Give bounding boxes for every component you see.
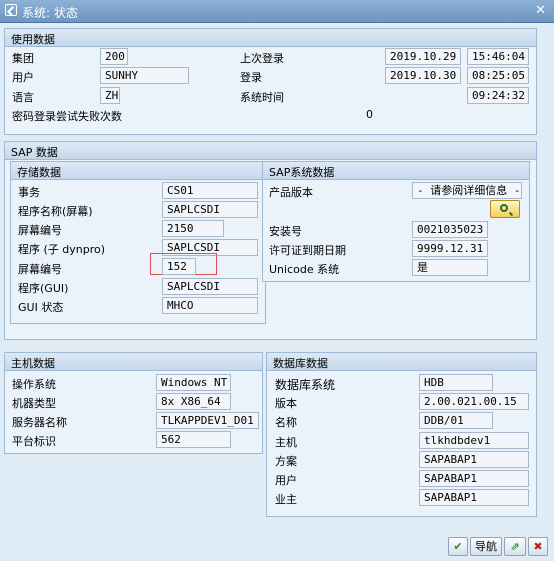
window-titlebar: 系统: 状态 ✕: [0, 0, 554, 23]
gui-status-label: GUI 状态: [18, 301, 64, 314]
db-owner-field[interactable]: SAPABAP1: [419, 489, 529, 506]
language-field[interactable]: ZH: [100, 87, 120, 104]
db-host-label: 主机: [275, 436, 297, 449]
server-name-label: 服务器名称: [12, 416, 67, 429]
os-label: 操作系统: [12, 378, 56, 391]
password-failures-label: 密码登录尝试失败次数: [12, 110, 122, 123]
window-title: 系统: 状态: [22, 6, 78, 20]
database-data-header: 数据库数据: [267, 353, 536, 371]
db-host-field[interactable]: tlkhdbdev1: [419, 432, 529, 449]
db-system-field[interactable]: HDB: [419, 374, 493, 391]
window-icon: [5, 4, 17, 16]
db-system-label: 数据库系统: [275, 378, 336, 392]
unicode-system-field[interactable]: 是: [412, 259, 488, 276]
db-user-field[interactable]: SAPABAP1: [419, 470, 529, 487]
usage-data-header: 使用数据: [5, 29, 536, 47]
db-version-field[interactable]: 2.00.021.00.15: [419, 393, 529, 410]
cancel-icon: ✖: [533, 540, 543, 553]
screen-number-2-field[interactable]: 152: [162, 258, 196, 275]
unicode-system-label: Unicode 系统: [269, 263, 340, 276]
user-field[interactable]: SUNHY: [100, 67, 189, 84]
logon-time-field[interactable]: 08:25:05: [467, 67, 529, 84]
export-button[interactable]: ⇗: [504, 537, 526, 556]
export-icon: ⇗: [510, 540, 520, 553]
program-screen-field[interactable]: SAPLCSDI: [162, 201, 258, 218]
server-name-field[interactable]: TLKAPPDEV1_D01: [156, 412, 259, 429]
license-expiry-label: 许可证到期日期: [269, 244, 346, 257]
db-schema-field[interactable]: SAPABAP1: [419, 451, 529, 468]
search-icon: [500, 204, 508, 212]
user-label: 用户: [12, 71, 34, 84]
platform-id-field[interactable]: 562: [156, 431, 231, 448]
client-label: 集团: [12, 52, 34, 65]
product-version-label: 产品版本: [269, 186, 313, 199]
navigation-button[interactable]: 导航: [470, 537, 502, 556]
screen-number-field[interactable]: 2150: [162, 220, 224, 237]
storage-data-header: 存储数据: [11, 162, 265, 180]
checkmark-icon: ✔: [453, 540, 463, 553]
product-details-button[interactable]: [490, 200, 520, 218]
db-name-label: 名称: [275, 416, 297, 429]
program-screen-label: 程序名称(屏幕): [18, 205, 93, 218]
db-owner-label: 业主: [275, 493, 297, 506]
screen-number-2-label: 屏幕编号: [18, 263, 62, 276]
navigation-button-label: 导航: [475, 540, 497, 553]
sap-system-data-header: SAP系统数据: [263, 162, 529, 180]
installation-number-label: 安装号: [269, 225, 302, 238]
license-expiry-field[interactable]: 9999.12.31: [412, 240, 488, 257]
gui-status-field[interactable]: MHCO: [162, 297, 258, 314]
logon-date-field[interactable]: 2019.10.30: [385, 67, 461, 84]
language-label: 语言: [12, 91, 34, 104]
os-field[interactable]: Windows NT: [156, 374, 231, 391]
screen-number-label: 屏幕编号: [18, 224, 62, 237]
client-field[interactable]: 200: [100, 48, 128, 65]
machine-type-label: 机器类型: [12, 397, 56, 410]
logon-label: 登录: [240, 71, 262, 84]
platform-id-label: 平台标识: [12, 435, 56, 448]
installation-number-field[interactable]: 0021035023: [412, 221, 488, 238]
program-gui-field[interactable]: SAPLCSDI: [162, 278, 258, 295]
ok-button[interactable]: ✔: [448, 537, 468, 556]
system-time-field[interactable]: 09:24:32: [467, 87, 529, 104]
product-version-field[interactable]: - 请参阅详细信息 -: [412, 182, 522, 199]
db-version-label: 版本: [275, 397, 297, 410]
transaction-label: 事务: [18, 186, 40, 199]
last-logon-date-field[interactable]: 2019.10.29: [385, 48, 461, 65]
db-schema-label: 方案: [275, 455, 297, 468]
last-logon-label: 上次登录: [240, 52, 284, 65]
machine-type-field[interactable]: 8x X86_64: [156, 393, 231, 410]
db-name-field[interactable]: DDB/01: [419, 412, 493, 429]
sap-data-header: SAP 数据: [5, 142, 536, 160]
program-subdynpro-label: 程序 (子 dynpro): [18, 243, 106, 256]
close-icon[interactable]: ✕: [535, 3, 546, 18]
program-gui-label: 程序(GUI): [18, 282, 69, 295]
host-data-header: 主机数据: [5, 353, 262, 371]
transaction-field[interactable]: CS01: [162, 182, 258, 199]
last-logon-time-field[interactable]: 15:46:04: [467, 48, 529, 65]
db-user-label: 用户: [275, 474, 297, 487]
cancel-button[interactable]: ✖: [528, 537, 548, 556]
system-time-label: 系统时间: [240, 91, 284, 104]
password-failures-value: 0: [366, 108, 373, 121]
